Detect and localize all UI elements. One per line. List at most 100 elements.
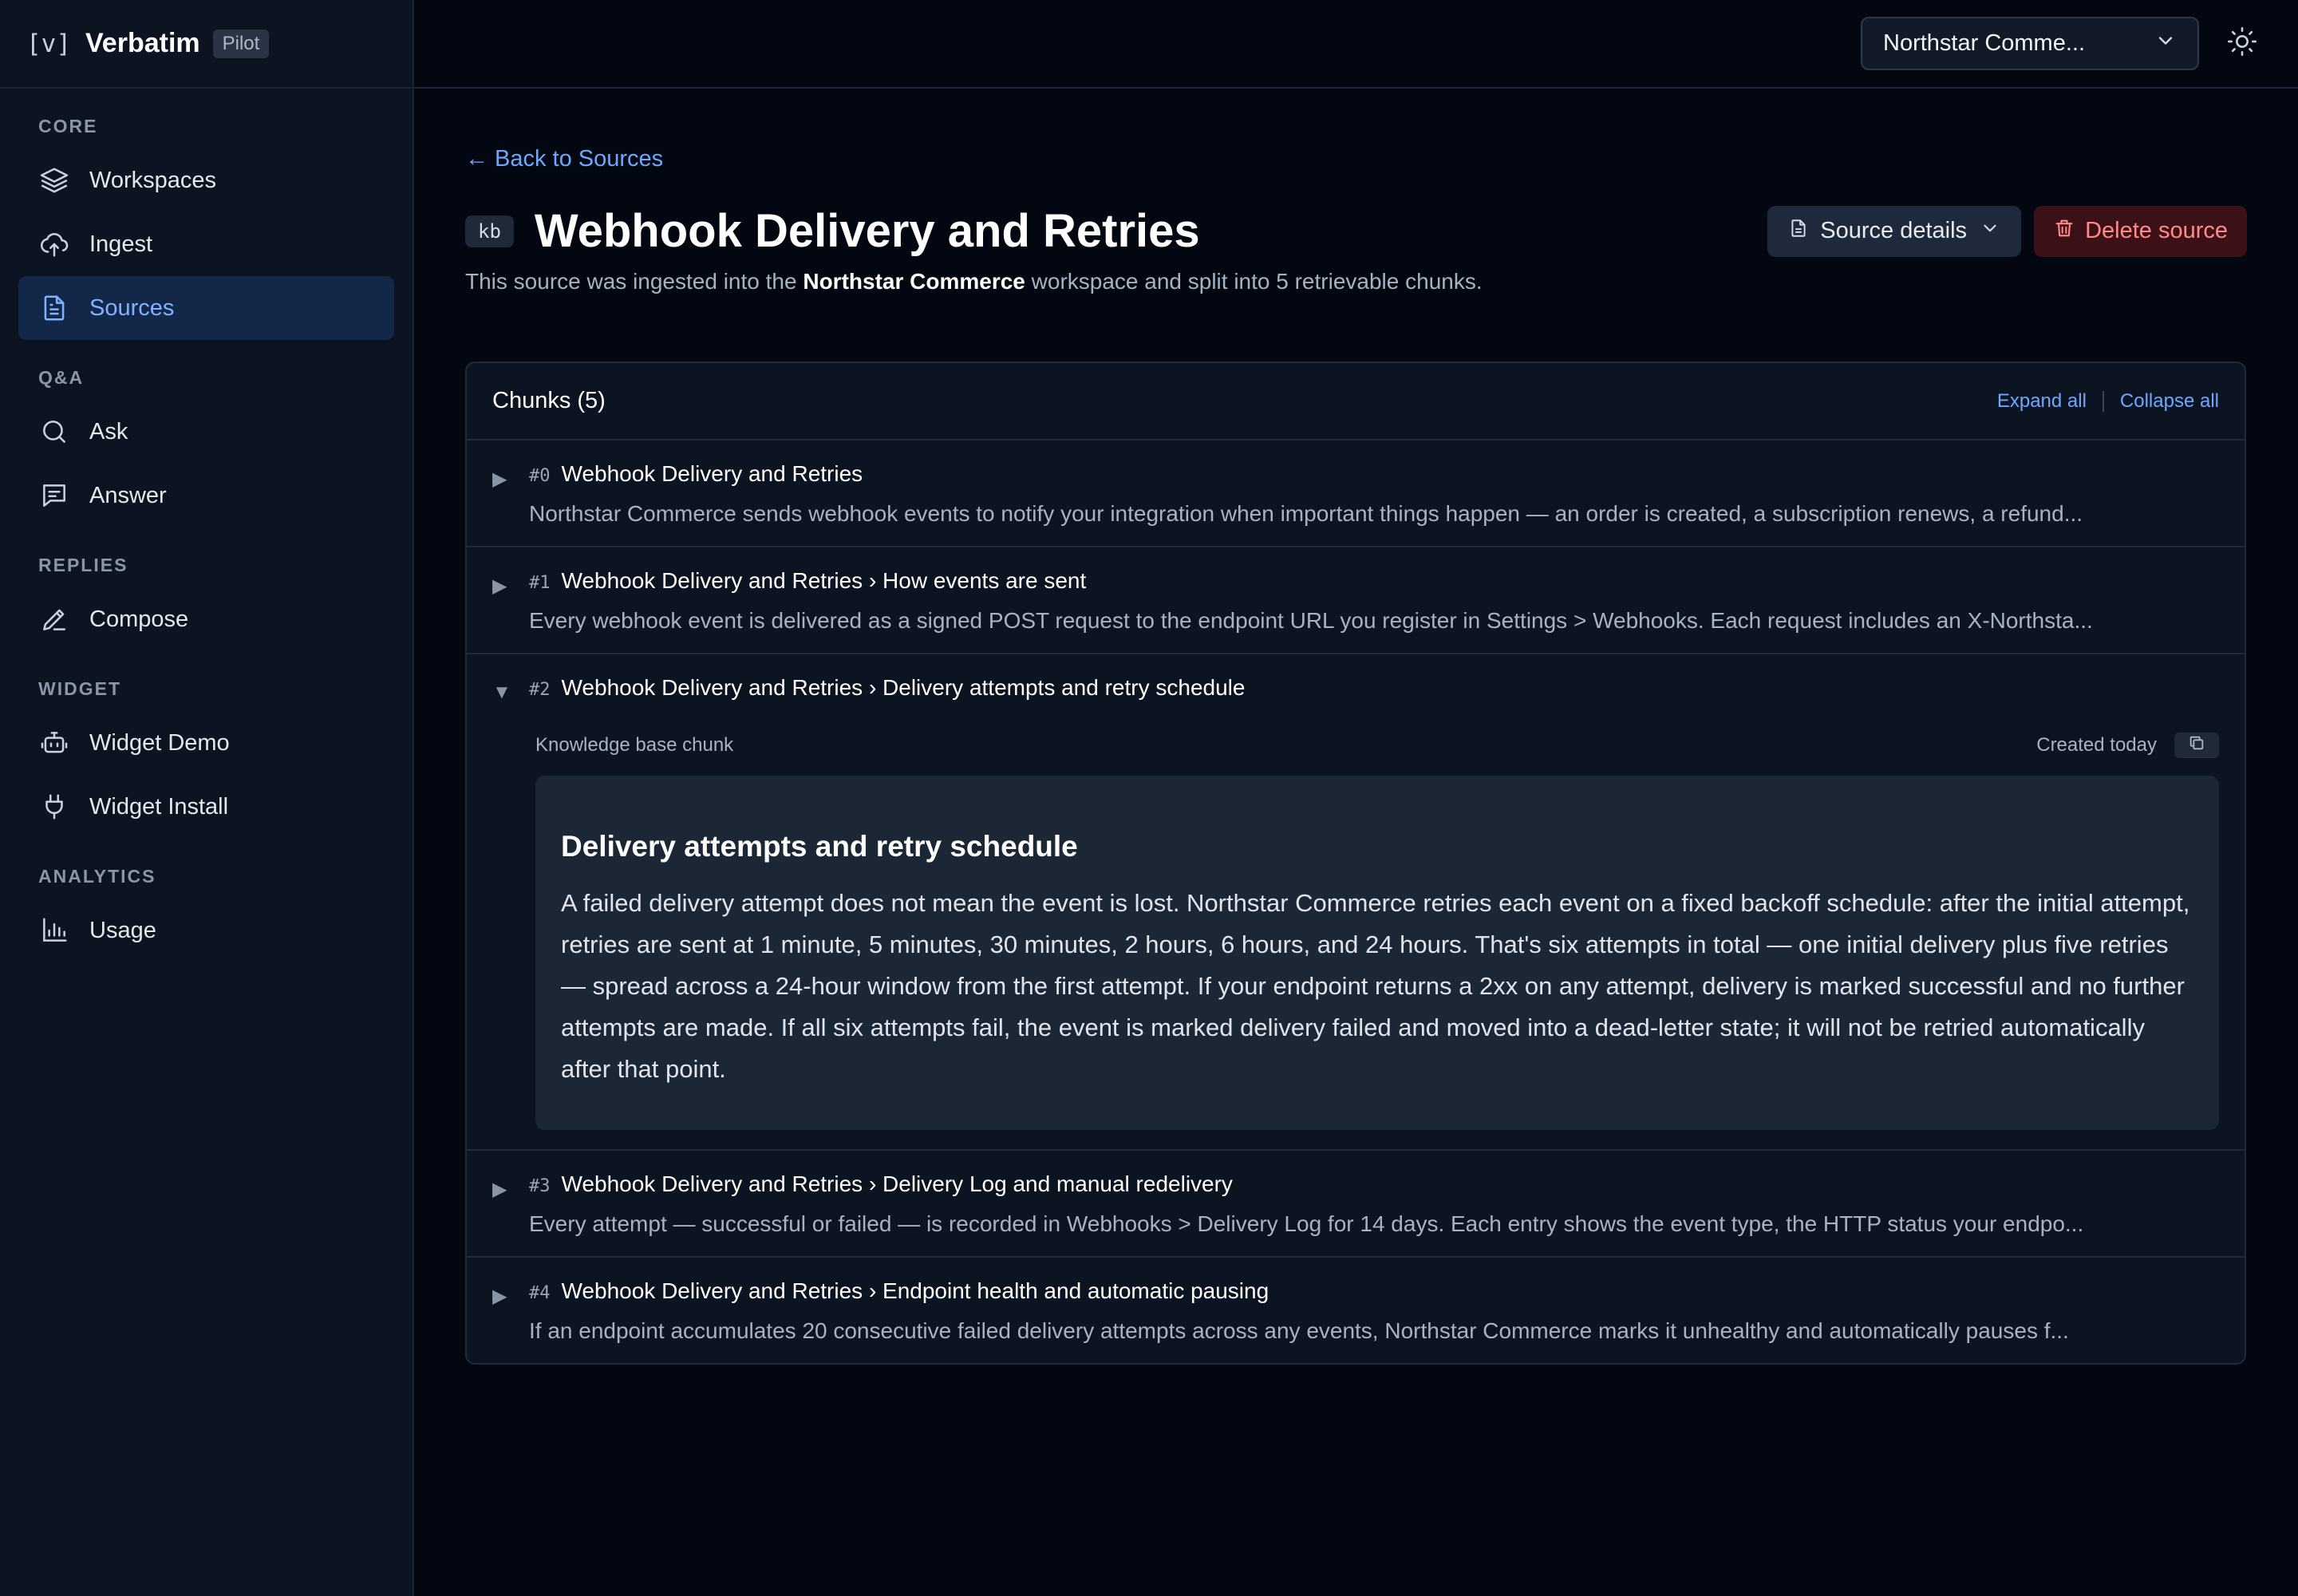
copy-button[interactable] (2174, 733, 2219, 758)
workspace-select[interactable]: Northstar Comme... (1861, 17, 2199, 70)
sidebar-item-ingest[interactable]: Ingest (18, 212, 394, 276)
sidebar-item-usage[interactable]: Usage (18, 899, 394, 962)
caret-right-icon[interactable]: ▶ (492, 461, 529, 491)
bot-icon (38, 727, 70, 759)
page-title: Webhook Delivery and Retries (534, 205, 1200, 257)
chunk-index: #0 (529, 466, 551, 486)
brand-logo: [v] (26, 29, 71, 58)
nav-heading: WIDGET (38, 678, 121, 699)
chevron-down-icon (2154, 30, 2177, 58)
title-actions: Source details Delete source (1767, 205, 2247, 257)
cloud-upload-icon (38, 228, 70, 260)
caret-right-icon[interactable]: ▶ (492, 1171, 529, 1201)
chunk-row: ▶ #4 Webhook Delivery and Retries › Endp… (492, 1278, 2219, 1344)
plug-icon (38, 791, 70, 823)
nav-section-widget: WIDGET Widget Demo Widget Install (0, 678, 413, 839)
delete-source-button[interactable]: Delete source (2034, 205, 2247, 257)
source-details-button[interactable]: Source details (1767, 205, 2022, 257)
nav-heading: ANALYTICS (38, 866, 156, 887)
sidebar-item-label: Compose (89, 606, 189, 632)
sidebar-item-label: Answer (89, 482, 167, 508)
chunk-title: Webhook Delivery and Retries › Delivery … (561, 675, 1246, 700)
chunk-title-line: #1 Webhook Delivery and Retries › How ev… (529, 568, 2219, 594)
nav-section-replies: REPLIES Compose (0, 555, 413, 651)
back-link-label: Back to Sources (495, 146, 664, 172)
nav-heading: REPLIES (38, 555, 128, 575)
search-icon (38, 416, 70, 448)
sidebar-item-label: Ingest (89, 231, 152, 257)
topbar: Northstar Comme... (414, 0, 2298, 89)
expand-all-link[interactable]: Expand all (1997, 390, 2087, 413)
page-subtitle: This source was ingested into the Norths… (465, 269, 2247, 294)
sidebar: [v] Verbatim Pilot CORE Workspaces Inges… (0, 0, 414, 1596)
chunks-panel-header: Chunks (5) Expand all Collapse all (467, 363, 2245, 440)
document-icon (38, 292, 70, 324)
chunk-index: #1 (529, 573, 551, 593)
chunk-index: #3 (529, 1176, 551, 1196)
chunk-body: #4 Webhook Delivery and Retries › Endpoi… (529, 1278, 2219, 1344)
chunk-expanded-content: Knowledge base chunk Created today Deliv… (492, 733, 2219, 1130)
title-row: kb Webhook Delivery and Retries Source d… (465, 204, 2247, 258)
sidebar-item-label: Sources (89, 294, 175, 321)
chunk-body: #2 Webhook Delivery and Retries › Delive… (529, 675, 2219, 701)
chunk-title-line: #2 Webhook Delivery and Retries › Delive… (529, 675, 2219, 701)
chunk-content-heading: Delivery attempts and retry schedule (561, 830, 1078, 863)
workspace-select-value: Northstar Comme... (1883, 30, 2085, 56)
chunk-title-line: #0 Webhook Delivery and Retries (529, 461, 2219, 487)
bar-chart-icon (38, 915, 70, 946)
sidebar-item-label: Widget Demo (89, 729, 230, 756)
chunk-meta-right: Created today (2036, 733, 2219, 758)
arrow-left-icon: ← (465, 146, 488, 172)
nav-heading: Q&A (38, 367, 85, 388)
pen-icon (38, 603, 70, 635)
caret-down-icon[interactable]: ▼ (492, 675, 529, 704)
chunk-body: #1 Webhook Delivery and Retries › How ev… (529, 568, 2219, 634)
message-icon (38, 480, 70, 512)
chunk-item[interactable]: ▶ #1 Webhook Delivery and Retries › How … (467, 547, 2245, 654)
sidebar-item-label: Widget Install (89, 793, 229, 820)
chunks-panel-tools: Expand all Collapse all (1997, 390, 2219, 413)
brand-badge: Pilot (212, 29, 270, 58)
chunk-preview: If an endpoint accumulates 20 consecutiv… (529, 1318, 2069, 1343)
chunk-row: ▶ #0 Webhook Delivery and Retries Norths… (492, 461, 2219, 527)
trash-icon (2053, 217, 2085, 246)
theme-toggle-button[interactable] (2218, 20, 2266, 68)
chunk-title: Webhook Delivery and Retries › Delivery … (561, 1171, 1233, 1196)
chunk-preview: Every webhook event is delivered as a si… (529, 608, 2093, 633)
chunk-item[interactable]: ▶ #4 Webhook Delivery and Retries › Endp… (467, 1258, 2245, 1363)
chunk-title: Webhook Delivery and Retries › Endpoint … (561, 1278, 1269, 1303)
chunk-item[interactable]: ▶ #3 Webhook Delivery and Retries › Deli… (467, 1151, 2245, 1258)
chunk-row: ▶ #3 Webhook Delivery and Retries › Deli… (492, 1171, 2219, 1237)
chunk-index: #4 (529, 1283, 551, 1303)
sidebar-item-compose[interactable]: Compose (18, 587, 394, 651)
subtitle-prefix: This source was ingested into the (465, 269, 804, 294)
main-area: Northstar Comme... ← Back to Sources kb … (414, 0, 2298, 1596)
sidebar-item-label: Ask (89, 418, 128, 444)
title-group: kb Webhook Delivery and Retries (465, 204, 1200, 258)
sidebar-item-sources[interactable]: Sources (18, 276, 394, 340)
chunk-row: ▶ #1 Webhook Delivery and Retries › How … (492, 568, 2219, 634)
caret-right-icon[interactable]: ▶ (492, 1278, 529, 1308)
sidebar-item-workspaces[interactable]: Workspaces (18, 148, 394, 212)
layers-icon (38, 164, 70, 196)
page-content: ← Back to Sources kb Webhook Delivery an… (414, 89, 2298, 1365)
brand-name: Verbatim (85, 28, 200, 58)
sidebar-item-answer[interactable]: Answer (18, 464, 394, 527)
sidebar-item-widget-install[interactable]: Widget Install (18, 775, 394, 839)
collapse-all-link[interactable]: Collapse all (2120, 390, 2219, 413)
chunk-title-line: #4 Webhook Delivery and Retries › Endpoi… (529, 1278, 2219, 1304)
sidebar-nav: CORE Workspaces Ingest Sources Q&A Ask A… (0, 89, 413, 962)
brand[interactable]: [v] Verbatim Pilot (0, 0, 413, 89)
back-to-sources-link[interactable]: ← Back to Sources (465, 146, 663, 172)
chunk-item-expanded[interactable]: ▼ #2 Webhook Delivery and Retries › Deli… (467, 654, 2245, 1151)
sun-icon (2226, 26, 2258, 61)
source-details-label: Source details (1820, 218, 1968, 243)
chunk-row: ▼ #2 Webhook Delivery and Retries › Deli… (492, 675, 2219, 704)
caret-right-icon[interactable]: ▶ (492, 568, 529, 598)
sidebar-item-widget-demo[interactable]: Widget Demo (18, 711, 394, 775)
chunk-content-card: Delivery attempts and retry schedule A f… (535, 776, 2219, 1130)
source-type-badge: kb (465, 215, 514, 247)
sidebar-item-ask[interactable]: Ask (18, 400, 394, 464)
chunk-item[interactable]: ▶ #0 Webhook Delivery and Retries Norths… (467, 440, 2245, 547)
divider (2102, 390, 2104, 412)
